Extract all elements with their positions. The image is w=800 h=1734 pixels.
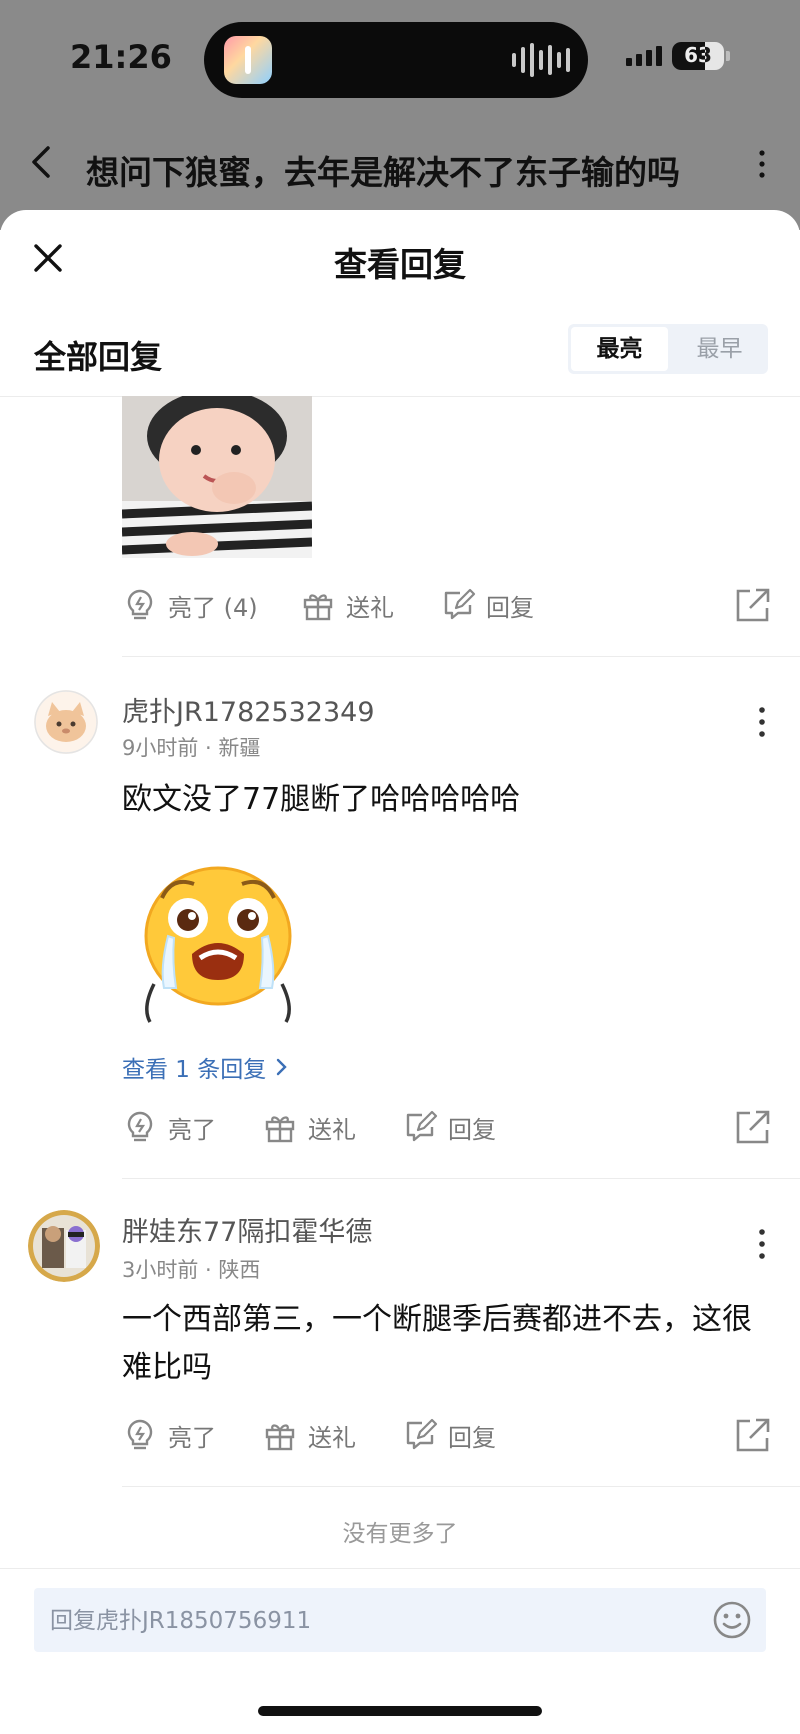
reply-label: 回复 (448, 1115, 496, 1144)
share-icon[interactable] (734, 1108, 772, 1146)
comment-divider (122, 656, 800, 657)
signal-icon (626, 46, 662, 66)
like-label: 亮了 (168, 1115, 216, 1144)
home-indicator[interactable] (258, 1706, 542, 1716)
comment-text: 一个西部第三，一个断腿季后赛都进不去，这很难比吗 (122, 1302, 752, 1385)
chevron-right-icon (277, 1058, 287, 1076)
like-label: 亮了 (168, 1423, 216, 1452)
section-title: 全部回复 (34, 338, 163, 376)
battery-tip (726, 51, 730, 61)
no-more-text: 没有更多了 (342, 1521, 458, 1547)
comment-text: 欧文没了77腿断了哈哈哈哈哈 (122, 782, 521, 817)
like-button[interactable]: 亮了 (122, 1410, 216, 1460)
comment-divider (122, 1178, 800, 1179)
lightbulb-icon (127, 1111, 153, 1142)
reply-input-bar (34, 1588, 766, 1654)
post-title: 想问下狼蜜，去年是解决不了东子输的吗 (86, 153, 680, 192)
reply-button[interactable]: 回复 (402, 1410, 496, 1460)
replies-sheet: 查看回复 全部回复 最亮 最早 (0, 210, 800, 1734)
gift-label: 送礼 (308, 1115, 356, 1144)
first-comment-actions: 亮了 (4) 送礼 回复 (122, 580, 772, 630)
comment-meta: 3小时前 · 陕西 (122, 1258, 261, 1282)
username[interactable]: 胖娃东77隔扣霍华德 (122, 1210, 372, 1249)
battery-icon: 63 (672, 42, 724, 70)
gift-label: 送礼 (308, 1423, 356, 1452)
username[interactable]: 虎扑JR1782532349 (122, 690, 375, 729)
gift-icon (265, 1424, 295, 1451)
gift-button[interactable]: 送礼 (300, 580, 394, 630)
more-icon[interactable] (752, 148, 772, 180)
reply-button[interactable]: 回复 (440, 580, 534, 630)
input-divider (0, 1568, 800, 1569)
more-icon[interactable] (752, 704, 772, 740)
edit-icon (406, 1418, 438, 1450)
header-divider (0, 396, 800, 397)
reply-label: 回复 (448, 1423, 496, 1452)
like-button[interactable]: 亮了 (4) (122, 580, 258, 630)
comment-divider (122, 1486, 800, 1487)
view-replies-link[interactable]: 查看 1 条回复 (122, 1050, 290, 1084)
comment-actions: 亮了 送礼 回复 (122, 1102, 772, 1152)
like-label: 亮了 (4) (168, 593, 258, 622)
dynamic-island (204, 22, 588, 98)
comment-actions: 亮了 送礼 回复 (122, 1410, 772, 1460)
sheet-title: 查看回复 (334, 245, 466, 284)
lightbulb-icon (127, 1419, 153, 1450)
back-icon[interactable] (22, 142, 62, 182)
sort-toggle: 最亮 最早 (568, 324, 768, 374)
audio-wave-icon (512, 42, 570, 78)
reply-label: 回复 (486, 593, 534, 622)
edit-icon (444, 588, 476, 620)
battery-level: 63 (684, 43, 712, 67)
tab-earliest[interactable]: 最早 (671, 324, 768, 374)
more-icon[interactable] (752, 1226, 772, 1262)
comment-meta: 9小时前 · 新疆 (122, 736, 261, 760)
crying-emoji-sticker (144, 866, 292, 1023)
app-icon (224, 36, 272, 84)
emoji-icon[interactable] (712, 1600, 752, 1640)
share-icon[interactable] (734, 586, 772, 624)
reply-input[interactable] (48, 1588, 692, 1654)
gift-icon (265, 1116, 295, 1143)
lightbulb-icon (127, 589, 153, 620)
gift-button[interactable]: 送礼 (262, 1410, 356, 1460)
reply-button[interactable]: 回复 (402, 1102, 496, 1152)
status-time: 21:26 (70, 38, 172, 76)
view-replies-label: 查看 1 条回复 (122, 1057, 267, 1083)
avatar[interactable] (34, 690, 98, 754)
comment-image[interactable] (122, 396, 312, 558)
gift-label: 送礼 (346, 593, 394, 622)
gift-icon (303, 594, 333, 621)
gift-button[interactable]: 送礼 (262, 1102, 356, 1152)
tab-brightest[interactable]: 最亮 (571, 327, 668, 371)
share-icon[interactable] (734, 1416, 772, 1454)
avatar[interactable] (28, 1210, 100, 1282)
edit-icon (406, 1110, 438, 1142)
like-button[interactable]: 亮了 (122, 1102, 216, 1152)
